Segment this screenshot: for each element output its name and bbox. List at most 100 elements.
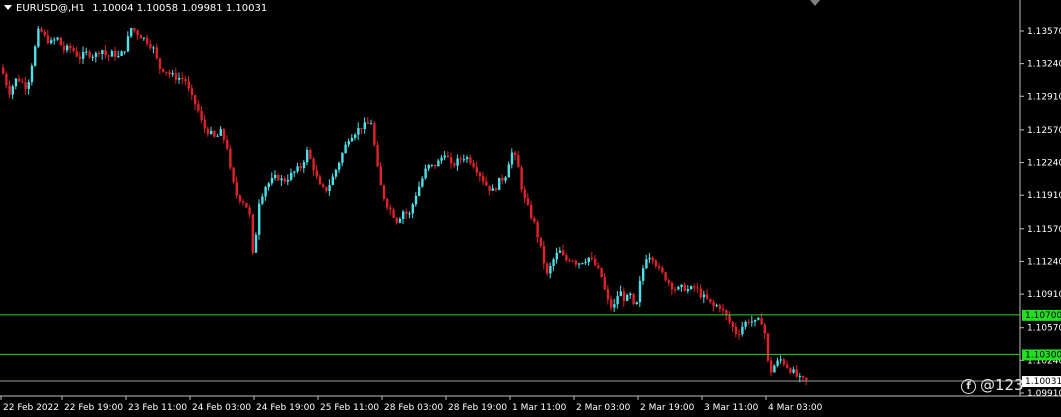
bull-candle [798, 376, 802, 378]
bull-candle [306, 149, 309, 163]
bull-candle [280, 178, 283, 181]
bear-candle [565, 255, 568, 261]
time-tick-label: 2 Mar 19:00 [640, 403, 695, 413]
bull-candle [53, 39, 56, 41]
bull-candle [414, 195, 418, 205]
bear-candle [104, 50, 107, 56]
bull-candle [142, 37, 146, 39]
bull-candle [757, 317, 760, 320]
bull-candle [30, 65, 34, 83]
bull-candle [402, 211, 405, 219]
price-chart[interactable]: 1.13570 1.13240 1.12910 1.12570 1.12240 1.119… [0, 0, 1061, 417]
bull-candle [398, 218, 402, 223]
price-tick-label: 1.11910 [1027, 191, 1061, 201]
bear-candle [69, 45, 72, 49]
price-tick-label: 1.11240 [1027, 257, 1061, 267]
bull-candle [302, 162, 306, 168]
time-tick-label: 22 Feb 19:00 [64, 403, 123, 413]
bear-candle [149, 43, 152, 48]
bear-candle [542, 245, 546, 264]
bull-candle [635, 302, 638, 305]
bull-candle [34, 46, 37, 66]
bear-candle [40, 28, 43, 32]
bull-candle [741, 326, 744, 335]
bear-candle [805, 377, 808, 380]
bull-candle [210, 130, 213, 134]
bear-candle [760, 317, 763, 325]
time-tick-label: 23 Feb 11:00 [128, 403, 187, 413]
bear-candle [734, 326, 738, 335]
bear-candle [693, 286, 696, 288]
bear-candle [590, 257, 594, 259]
bear-candle [597, 265, 600, 268]
chart-shift-marker-icon[interactable] [810, 0, 820, 6]
bull-candle [715, 305, 718, 307]
bear-candle [770, 360, 773, 373]
bull-candle [91, 56, 94, 58]
time-tick-label: 3 Mar 11:00 [704, 403, 759, 413]
bear-candle [530, 204, 533, 219]
level-label: 1.10700 [1025, 311, 1061, 321]
bull-candle [638, 280, 642, 303]
bear-candle [610, 299, 613, 308]
bear-candle [322, 184, 325, 187]
bull-candle [629, 293, 632, 296]
bull-candle [126, 36, 130, 52]
bull-candle [744, 321, 747, 327]
bear-candle [514, 152, 517, 156]
bear-candle [738, 334, 741, 336]
bear-candle [78, 56, 82, 59]
bull-candle [286, 179, 290, 182]
bear-candle [213, 130, 216, 137]
bear-candle [485, 181, 488, 186]
bear-candle [446, 155, 450, 158]
bull-candle [498, 177, 501, 190]
bull-candle [350, 137, 354, 142]
bear-candle [200, 110, 203, 120]
bull-candle [334, 169, 338, 177]
bull-candle [11, 86, 14, 95]
bear-candle [98, 53, 101, 55]
bear-candle [24, 82, 27, 89]
bear-candle [523, 189, 526, 199]
time-tick-label: 4 Mar 03:00 [768, 403, 823, 413]
time-tick-label: 2 Mar 03:00 [576, 403, 631, 413]
time-tick-label: 24 Feb 03:00 [192, 403, 251, 413]
bull-candle [491, 188, 494, 191]
bear-candle [622, 291, 626, 301]
bear-candle [568, 260, 571, 262]
bear-candle [747, 321, 750, 323]
bull-candle [27, 82, 30, 89]
bear-candle [203, 119, 206, 129]
chart-area[interactable]: 1.13570 1.13240 1.12910 1.12570 1.12240 1.119… [0, 0, 1061, 417]
bull-candle [619, 291, 622, 297]
bull-candle [750, 321, 754, 323]
bear-candle [21, 81, 24, 83]
bull-candle [677, 286, 680, 290]
bear-candle [562, 250, 565, 256]
price-tick-label: 1.10910 [1027, 290, 1061, 300]
bull-candle [270, 178, 274, 184]
bear-candle [62, 45, 66, 51]
bear-candle [600, 267, 603, 278]
bear-candle [670, 282, 674, 290]
bear-candle [277, 174, 280, 181]
bear-candle [206, 128, 210, 134]
bull-candle [552, 259, 555, 266]
bear-candle [658, 266, 661, 268]
bull-candle [779, 359, 782, 361]
dropdown-triangle-icon[interactable] [4, 5, 12, 10]
bear-candle [661, 267, 664, 273]
bull-candle [120, 51, 123, 56]
bear-candle [405, 211, 408, 214]
bear-candle [606, 289, 610, 300]
bear-candle [520, 167, 523, 190]
bear-candle [162, 68, 165, 72]
bull-candle [587, 257, 590, 263]
bear-candle [434, 164, 437, 167]
time-tick-label: 25 Feb 11:00 [320, 403, 379, 413]
bull-candle [261, 196, 264, 204]
bull-candle [258, 203, 261, 235]
bull-candle [152, 47, 155, 49]
bear-candle [18, 78, 21, 82]
